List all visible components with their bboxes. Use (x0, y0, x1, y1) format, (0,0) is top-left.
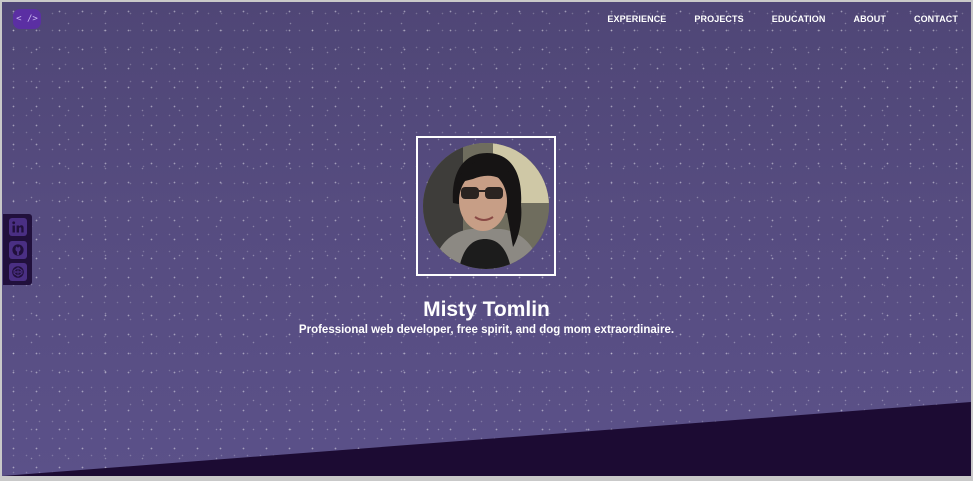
social-sidebar (3, 214, 32, 285)
nav-experience-link[interactable]: EXPERIENCE (607, 14, 666, 24)
profile-photo (423, 143, 549, 269)
nav-item: CONTACT (886, 14, 958, 24)
codepen-icon[interactable] (8, 262, 27, 281)
nav-about-link[interactable]: ABOUT (853, 14, 886, 24)
nav-education-link[interactable]: EDUCATION (772, 14, 826, 24)
nav-item: EXPERIENCE (579, 14, 666, 24)
linkedin-icon[interactable] (8, 218, 27, 237)
github-icon[interactable] (8, 240, 27, 259)
nav-item: EDUCATION (744, 14, 826, 24)
nav-item: PROJECTS (666, 14, 743, 24)
hero-section: < /> EXPERIENCE PROJECTS EDUCATION ABOUT… (2, 2, 971, 476)
main-nav: EXPERIENCE PROJECTS EDUCATION ABOUT CONT… (579, 14, 958, 24)
diagonal-footer-band (2, 402, 971, 476)
hero-tagline: Professional web developer, free spirit,… (298, 324, 675, 336)
nav-projects-link[interactable]: PROJECTS (694, 14, 743, 24)
profile-photo-frame (416, 136, 556, 276)
nav-contact-link[interactable]: CONTACT (914, 14, 958, 24)
hero-name: Misty Tomlin (423, 298, 550, 321)
nav-item: ABOUT (825, 14, 886, 24)
logo-code-icon[interactable]: < /> (13, 9, 41, 29)
